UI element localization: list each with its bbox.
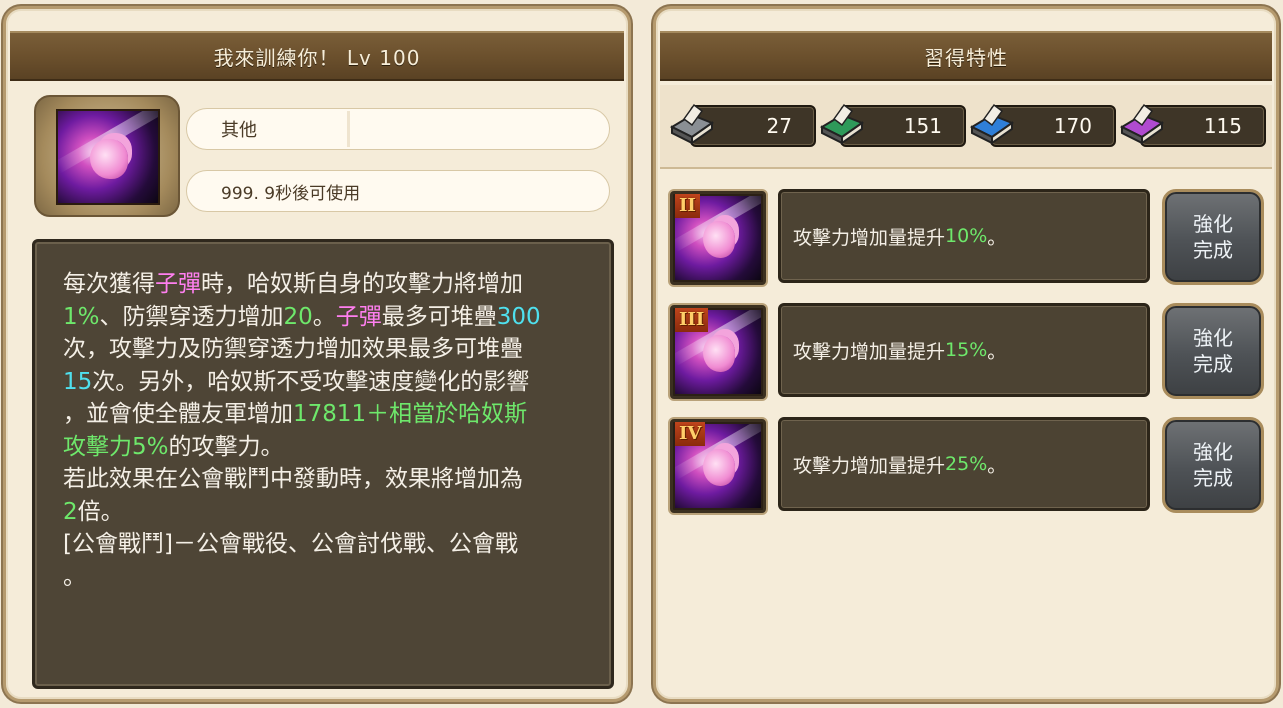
description-line: 2倍。 [63,496,611,529]
highlight-text: 子彈 [335,303,382,330]
description-line: 。 [63,561,611,594]
description-line: 15次。另外，哈奴斯不受攻擊速度變化的影響 [63,366,611,399]
button-line-1: 強化 [1193,440,1233,464]
trait-icon: IV [670,419,766,513]
book-count-value: 27 [766,114,792,138]
highlight-text: 15 [63,368,93,395]
skill-title: 我來訓練你！ Lv 100 [10,31,624,81]
enhance-complete-button[interactable]: 強化 完成 [1162,417,1264,513]
traits-title: 習得特性 [660,31,1272,81]
description-line: 每次獲得子彈時，哈奴斯自身的攻擊力將增加 [63,268,611,301]
trait-description: 攻擊力增加量提升 10%。 [778,189,1150,283]
trait-description: 攻擊力增加量提升 15%。 [778,303,1150,397]
trait-row: III 攻擊力增加量提升 15%。 強化 完成 [670,303,1266,401]
trait-value: 10% [945,225,988,247]
description-line: 若此效果在公會戰鬥中發動時，效果將增加為 [63,463,611,496]
highlight-text: 2 [63,498,78,525]
trait-suffix: 。 [987,226,1007,249]
description-text: 時，哈奴斯自身的攻擊力將增加 [201,271,523,297]
highlight-text: 300 [496,303,541,330]
skill-description: 每次獲得子彈時，哈奴斯自身的攻擊力將增加 1%、防禦穿透力增加20。子彈最多可堆疊… [32,239,614,689]
description-line: 1%、防禦穿透力增加20。子彈最多可堆疊300 [63,301,611,334]
button-line-1: 強化 [1193,326,1233,350]
description-line: ，並會使全體友軍增加17811＋相當於哈奴斯 [63,398,611,431]
gray-book-icon [664,95,720,151]
enhance-complete-button[interactable]: 強化 完成 [1162,303,1264,399]
trait-icon: III [670,305,766,399]
trait-suffix: 。 [987,340,1007,363]
skill-cooldown-field: 999. 9秒後可使用 [186,170,610,212]
trait-tier-label: II [675,194,700,218]
description-text: 若此效果在公會戰鬥中發動時，效果將增加為 [63,466,523,492]
book-count-bar: 27 151 170 115 [660,85,1272,169]
enhance-complete-button[interactable]: 強化 完成 [1162,189,1264,285]
description-text: ，並會使全體友軍增加 [63,401,293,427]
purple-book-icon [1114,95,1170,151]
green-book-icon [814,95,870,151]
skill-info-panel: 我來訓練你！ Lv 100 其他 999. 9秒後可使用 每次獲得子彈時，哈奴斯… [3,6,631,702]
book-count-value: 115 [1203,114,1242,138]
description-text: 。 [63,563,86,590]
trait-row: II 攻擊力增加量提升 10%。 強化 完成 [670,189,1266,287]
description-line: 攻擊力5%的攻擊力。 [63,431,611,464]
description-text: 每次獲得 [63,271,155,297]
description-text: [公會戰鬥]－公會戰役、公會討伐戰、公會戰 [63,531,518,557]
trait-tier-label: III [675,308,709,332]
trait-text: 攻擊力增加量提升 [793,454,946,477]
category-divider [347,111,350,147]
description-line: 次，攻擊力及防禦穿透力增加效果最多可堆疊 [63,333,611,366]
highlight-text: 17811＋相當於哈奴斯 [293,401,528,427]
skill-category-field: 其他 [186,108,610,150]
trait-row: IV 攻擊力增加量提升 25%。 強化 完成 [670,417,1266,515]
trait-icon: II [670,191,766,285]
blue-book-icon [964,95,1020,151]
trait-text: 攻擊力增加量提升 [793,340,946,363]
highlight-text: 20 [283,303,313,330]
trait-value: 25% [945,453,988,475]
skill-cooldown-label: 999. 9秒後可使用 [221,183,361,204]
learned-traits-panel: 習得特性 27 151 170 115 II 攻擊力增加量提升 10%。 強化 完… [653,6,1279,702]
book-count-value: 151 [903,114,942,138]
skill-icon [56,109,160,205]
trait-value: 15% [945,339,988,361]
description-text: 倍。 [77,498,124,525]
button-line-2: 完成 [1193,466,1233,490]
button-line-2: 完成 [1193,352,1233,376]
trait-text: 攻擊力增加量提升 [793,226,946,249]
description-line: [公會戰鬥]－公會戰役、公會討伐戰、公會戰 [63,528,611,561]
book-count-value: 170 [1053,114,1092,138]
skill-category-label: 其他 [221,120,257,141]
highlight-text: 1% [63,303,100,330]
highlight-text: 子彈 [155,271,201,297]
button-line-1: 強化 [1193,212,1233,236]
description-text: 次，攻擊力及防禦穿透力增加效果最多可堆疊 [63,336,523,362]
description-text: 次。另外，哈奴斯不受攻擊速度變化的影響 [92,368,530,395]
skill-icon-frame [34,95,180,217]
description-text: 、防禦穿透力增加 [99,303,284,330]
trait-suffix: 。 [987,454,1007,477]
highlight-text: 攻擊力5% [63,433,169,460]
description-text: 。 [312,303,336,330]
trait-description: 攻擊力增加量提升 25%。 [778,417,1150,511]
description-text: 最多可堆疊 [381,303,497,330]
trait-tier-label: IV [675,422,706,446]
button-line-2: 完成 [1193,238,1233,262]
description-text: 的攻擊力。 [168,433,284,460]
